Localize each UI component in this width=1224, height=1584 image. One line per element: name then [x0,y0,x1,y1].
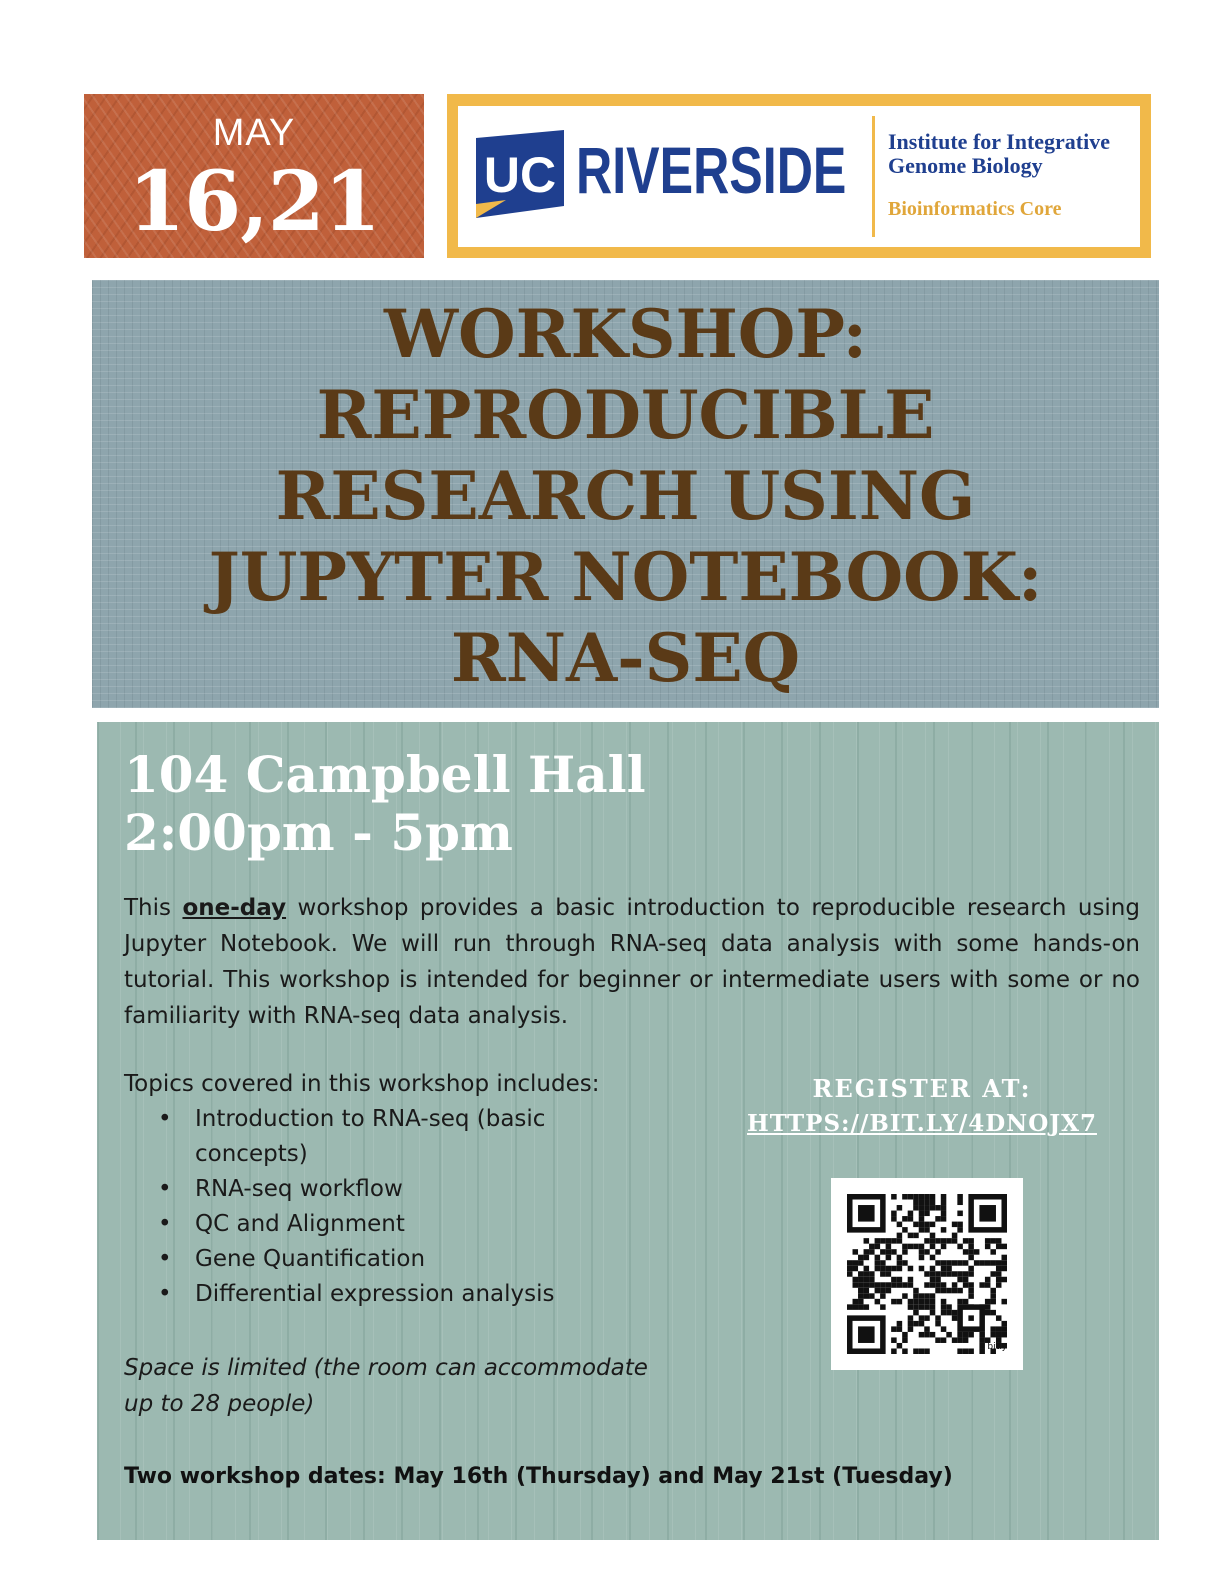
title-line: WORKSHOP: [384,295,867,373]
workshop-title: WORKSHOP: REPRODUCIBLE RESEARCH USING JU… [92,294,1159,699]
bullet-icon: • [158,1211,172,1237]
bullet-icon: • [158,1246,172,1272]
register-link[interactable]: HTTPS://BIT.LY/4DNOJX7 [697,1110,1147,1137]
description-before: This [124,895,183,921]
list-item: • Gene Quantification [124,1242,604,1277]
campus-name: RIVERSIDE [576,133,847,207]
topic-text: QC and Alignment [195,1211,405,1237]
info-block: 104 Campbell Hall 2:00pm - 5pm This one-… [97,722,1159,1540]
date-month: MAY [212,112,296,154]
workshop-description: This one-day workshop provides a basic i… [124,890,1140,1034]
title-block: WORKSHOP: REPRODUCIBLE RESEARCH USING JU… [92,280,1159,708]
title-line: RESEARCH USING [275,457,976,535]
bullet-icon: • [158,1176,172,1202]
uc-mark-text: UC [484,147,556,203]
uc-logo-icon: UC [476,130,564,218]
space-note: Space is limited (the room can accommoda… [124,1355,648,1417]
list-item: • Differential expression analysis [124,1277,604,1312]
qr-code-icon [847,1194,1007,1354]
topic-text: RNA-seq workflow [195,1176,403,1202]
list-item: • RNA-seq workflow [124,1172,604,1207]
title-line: JUPYTER NOTEBOOK: [208,538,1043,616]
description-emphasis: one-day [182,895,287,921]
logo-inner: UC RIVERSIDE Institute for Integrative G… [458,106,1140,247]
bullet-icon: • [158,1106,172,1132]
topics-heading: Topics covered in this workshop includes… [124,1071,600,1097]
topics-list: • Introduction to RNA-seq (basic concepts… [124,1102,604,1312]
register-label: REGISTER AT: [812,1074,1032,1103]
date-days: 16,21 [128,154,381,250]
logo-divider [872,116,875,237]
qr-brand: bitly [987,1342,1007,1352]
topic-text: Differential expression analysis [195,1281,555,1307]
title-line: REPRODUCIBLE [316,376,935,454]
list-item: • Introduction to RNA-seq (basic concepts… [124,1102,604,1172]
title-line: RNA-SEQ [450,619,801,697]
dates-note: Two workshop dates: May 16th (Thursday) … [124,1464,953,1489]
list-item: • QC and Alignment [124,1207,604,1242]
bullet-icon: • [158,1281,172,1307]
date-block: MAY 16,21 [84,94,424,258]
qr-code[interactable]: bitly [831,1178,1023,1370]
topic-text: Introduction to RNA-seq (basic concepts) [195,1106,546,1167]
event-venue: 104 Campbell Hall [124,745,646,804]
logo-banner: UC RIVERSIDE Institute for Integrative G… [447,94,1151,258]
institute-name: Institute for Integrative Genome Biology [888,129,1110,178]
topic-text: Gene Quantification [195,1246,426,1272]
event-time: 2:00pm - 5pm [124,803,513,862]
core-name: Bioinformatics Core [888,198,1062,220]
